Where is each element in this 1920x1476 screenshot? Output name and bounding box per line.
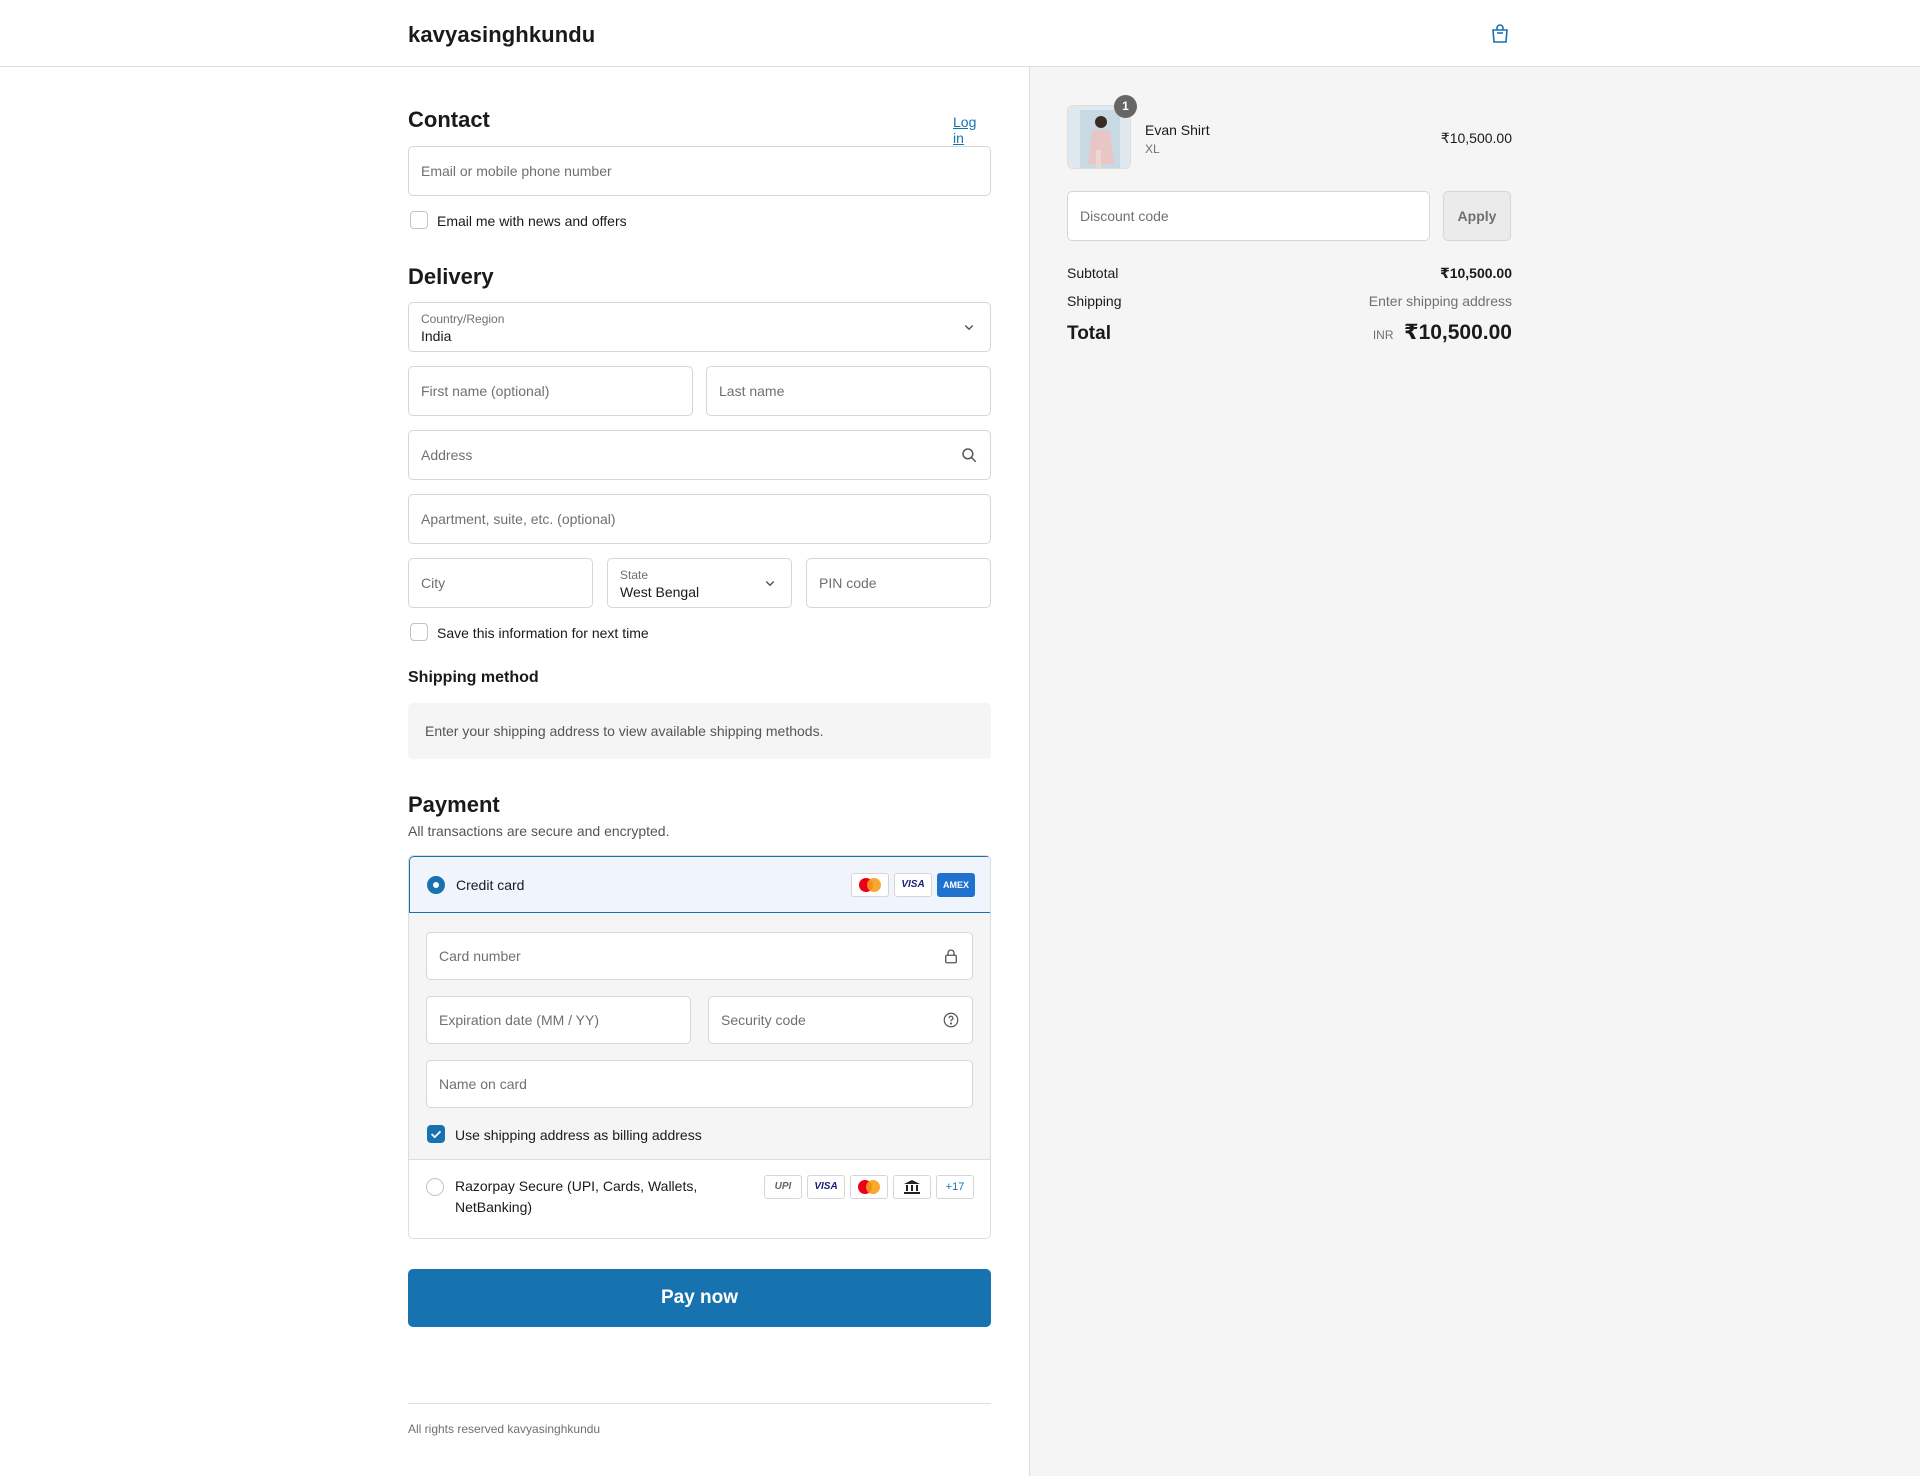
news-checkbox[interactable] (410, 211, 428, 229)
razorpay-label-line2: NetBanking) (455, 1199, 533, 1215)
security-code-placeholder: Security code (721, 1012, 806, 1028)
total-label: Total (1067, 323, 1111, 344)
delivery-heading: Delivery (408, 264, 494, 289)
subtotal-label: Subtotal (1067, 265, 1119, 281)
payment-options: Credit card VISA AMEX Card number Expira… (408, 855, 991, 1239)
pay-now-button[interactable]: Pay now (408, 1269, 991, 1327)
amex-icon: AMEX (937, 873, 975, 897)
razorpay-radio[interactable] (426, 1178, 444, 1196)
last-name-field[interactable]: Last name (706, 366, 991, 416)
visa-icon: VISA (807, 1175, 845, 1199)
item-price: ₹10,500.00 (1440, 130, 1512, 146)
country-select[interactable]: Country/Region India (408, 302, 991, 352)
subtotal-value: ₹10,500.00 (1439, 265, 1512, 281)
state-select[interactable]: State West Bengal (607, 558, 792, 608)
payment-subtitle: All transactions are secure and encrypte… (408, 823, 670, 839)
state-label: State (620, 568, 649, 582)
store-brand[interactable]: kavyasinghkundu (408, 22, 595, 48)
total-amount: INR ₹10,500.00 (1373, 320, 1512, 345)
item-quantity-badge: 1 (1114, 95, 1137, 118)
total-currency: INR (1372, 328, 1394, 342)
footer-divider (408, 1403, 991, 1404)
address-placeholder: Address (421, 447, 473, 463)
pin-code-placeholder: PIN code (819, 575, 877, 591)
expiration-placeholder: Expiration date (MM / YY) (439, 1012, 600, 1028)
checkmark-icon (430, 1130, 442, 1139)
security-code-field[interactable]: Security code (708, 996, 973, 1044)
mastercard-icon (851, 873, 889, 897)
apartment-placeholder: Apartment, suite, etc. (optional) (421, 511, 616, 527)
email-field[interactable]: Email or mobile phone number (408, 146, 991, 196)
razorpay-label-line1: Razorpay Secure (UPI, Cards, Wallets, (455, 1178, 698, 1194)
payment-heading: Payment (408, 792, 500, 817)
save-info-checkbox[interactable] (410, 623, 428, 641)
billing-address-label: Use shipping address as billing address (455, 1127, 702, 1143)
first-name-field[interactable]: First name (optional) (408, 366, 693, 416)
apply-discount-button[interactable]: Apply (1443, 191, 1511, 241)
last-name-placeholder: Last name (719, 383, 785, 399)
address-field[interactable]: Address (408, 430, 991, 480)
first-name-placeholder: First name (optional) (421, 383, 550, 399)
country-label: Country/Region (421, 312, 505, 326)
shipping-method-box: Enter your shipping address to view avai… (408, 703, 991, 759)
discount-code-field[interactable]: Discount code (1067, 191, 1430, 241)
name-on-card-field[interactable]: Name on card (426, 1060, 973, 1108)
footer-copyright: All rights reserved kavyasinghkundu (408, 1422, 601, 1436)
shipping-method-heading: Shipping method (408, 669, 539, 686)
item-name: Evan Shirt (1145, 122, 1210, 138)
item-variant: XL (1145, 142, 1160, 156)
expiration-field[interactable]: Expiration date (MM / YY) (426, 996, 691, 1044)
chevron-down-icon (765, 580, 775, 587)
login-link[interactable]: Log in (953, 114, 991, 146)
apartment-field[interactable]: Apartment, suite, etc. (optional) (408, 494, 991, 544)
state-value: West Bengal (620, 584, 700, 600)
shipping-value: Enter shipping address (1368, 293, 1512, 309)
billing-address-checkbox[interactable] (427, 1125, 445, 1143)
help-circle-icon[interactable] (942, 1011, 960, 1029)
name-on-card-placeholder: Name on card (439, 1076, 527, 1092)
news-label: Email me with news and offers (437, 213, 627, 229)
search-icon (962, 448, 977, 463)
lock-icon (945, 949, 957, 964)
card-number-placeholder: Card number (439, 948, 521, 964)
discount-code-placeholder: Discount code (1080, 208, 1169, 224)
upi-icon: UPI (764, 1175, 802, 1199)
checkout-header: kavyasinghkundu (0, 0, 1920, 67)
shipping-label: Shipping (1067, 293, 1122, 309)
city-field[interactable]: City (408, 558, 593, 608)
bank-icon (893, 1175, 931, 1199)
razorpay-option[interactable]: Razorpay Secure (UPI, Cards, Wallets, Ne… (409, 1160, 990, 1238)
total-value: ₹10,500.00 (1403, 321, 1512, 344)
city-placeholder: City (421, 575, 446, 591)
shipping-method-message: Enter your shipping address to view avai… (425, 723, 824, 739)
email-placeholder: Email or mobile phone number (421, 163, 612, 179)
credit-card-form: Card number Expiration date (MM / YY) Se… (409, 913, 990, 1160)
pin-code-field[interactable]: PIN code (806, 558, 991, 608)
country-value: India (421, 328, 452, 344)
credit-card-option[interactable]: Credit card VISA AMEX (409, 856, 990, 913)
credit-card-label: Credit card (456, 877, 525, 893)
save-info-label: Save this information for next time (437, 625, 649, 641)
contact-heading: Contact (408, 107, 490, 132)
credit-card-radio[interactable] (427, 876, 445, 894)
visa-icon: VISA (894, 873, 932, 897)
card-number-field[interactable]: Card number (426, 932, 973, 980)
shopping-bag-icon[interactable] (1488, 22, 1512, 46)
mastercard-icon (850, 1175, 888, 1199)
more-methods-badge: +17 (936, 1175, 974, 1199)
chevron-down-icon (964, 324, 974, 331)
